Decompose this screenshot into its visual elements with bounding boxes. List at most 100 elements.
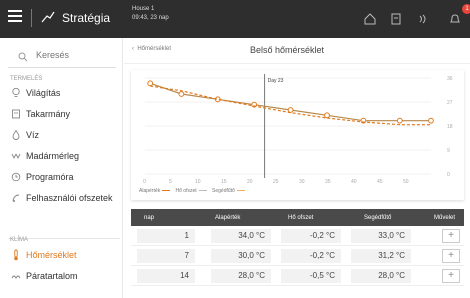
cell-day[interactable]: 1 xyxy=(137,229,195,243)
chart-legend: Alapérték Hő ofszet Segédfűtő xyxy=(139,188,249,194)
search-icon xyxy=(18,52,28,62)
x-tick-label: 30 xyxy=(299,179,305,185)
cell-heater[interactable]: 31,2 °C xyxy=(351,249,411,263)
wireless-icon[interactable] xyxy=(416,12,430,26)
y-tick-label: 36 xyxy=(447,76,453,82)
col-header-muvelet: Művelet xyxy=(434,215,456,221)
notification-badge: 1 xyxy=(462,4,470,14)
x-tick-label: 45 xyxy=(377,179,383,185)
bell-icon[interactable] xyxy=(448,12,462,26)
top-bar-divider xyxy=(31,9,32,27)
x-tick-label: 0 xyxy=(143,179,146,185)
y-tick-label: 18 xyxy=(447,124,453,130)
x-tick-label: 10 xyxy=(195,179,201,185)
col-header-ho-ofszet: Hő ofszet xyxy=(288,215,314,221)
settings-table: nap Alapérték Hő ofszet Segédfűtő Művele… xyxy=(131,209,464,286)
add-row-button[interactable]: + xyxy=(442,249,460,263)
data-point xyxy=(178,91,185,97)
legend-ho-ofszet: Hő ofszet xyxy=(175,188,197,194)
y-tick-label: 0 xyxy=(447,172,450,178)
sidebar: TERMELÉS Világítás Takarmány Víz Madármé… xyxy=(0,38,123,298)
legend-segedfuto: Segédfűtő xyxy=(212,188,235,194)
col-header-nap: nap xyxy=(144,215,155,221)
series-line-1 xyxy=(150,85,431,126)
data-point xyxy=(324,112,330,119)
data-point xyxy=(428,117,434,124)
humidity-icon xyxy=(11,275,21,280)
clock-icon xyxy=(11,172,21,182)
hamburger-menu-icon[interactable] xyxy=(8,10,22,22)
col-header-segedfuto: Segédfűtő xyxy=(364,215,392,221)
house-time: 09:43, 23 nap xyxy=(132,15,169,21)
back-link[interactable]: ‹ Hőmérséklet xyxy=(132,46,171,52)
sidebar-item-vilagitas[interactable]: Világítás xyxy=(0,84,122,104)
sidebar-item-label: Világítás xyxy=(26,88,61,98)
x-tick-label: 20 xyxy=(247,179,253,185)
sidebar-item-label: Madármérleg xyxy=(26,151,80,161)
data-point xyxy=(396,117,403,124)
col-header-alapertek: Alapérték xyxy=(215,215,241,221)
day-marker-label: Day 23 xyxy=(268,78,284,84)
x-tick-label: 40 xyxy=(351,179,357,185)
table-header: nap Alapérték Hő ofszet Segédfűtő Művele… xyxy=(131,209,464,226)
sidebar-item-label: Felhasználói ofszetek xyxy=(26,193,113,203)
scale-icon xyxy=(11,153,21,160)
sidebar-item-programora[interactable]: Programóra xyxy=(0,168,122,188)
app-title: Stratégia xyxy=(62,11,111,25)
page-header: ‹ Hőmérséklet Belső hőmérséklet xyxy=(124,38,470,64)
table-row: 7 30,0 °C -0,2 °C 31,2 °C + xyxy=(131,246,464,266)
sidebar-item-label: Takarmány xyxy=(26,109,71,119)
offset-icon xyxy=(12,194,20,202)
feed-icon xyxy=(12,109,20,119)
temperature-chart: 0 9 18 27 36 0 5 10 15 20 25 30 35 40 45 50 Day 23 Alapé… xyxy=(131,70,464,200)
add-row-button[interactable]: + xyxy=(442,229,460,243)
add-row-button[interactable]: + xyxy=(442,269,460,283)
back-link-label: Hőmérséklet xyxy=(137,46,172,52)
sidebar-item-homerseklet[interactable]: Hőmérséklet xyxy=(0,246,122,266)
x-tick-label: 15 xyxy=(221,179,227,185)
bulb-icon xyxy=(12,87,20,97)
y-tick-label: 27 xyxy=(447,100,453,106)
cell-offset[interactable]: -0,2 °C xyxy=(281,249,341,263)
data-point xyxy=(287,107,294,113)
cell-heater[interactable]: 33,0 °C xyxy=(351,229,411,243)
sidebar-item-label: Hőmérséklet xyxy=(26,250,77,260)
trend-icon xyxy=(41,11,55,23)
search-box[interactable] xyxy=(8,46,116,68)
section-label-klima: KLÍMA xyxy=(10,237,29,243)
top-bar: Stratégia House 1 09:43, 23 nap 1 xyxy=(0,0,470,38)
table-row: 14 28,0 °C -0,5 °C 28,0 °C + xyxy=(131,266,464,286)
chart-svg: 0 9 18 27 36 0 5 10 15 20 25 30 35 40 45 50 Day 23 xyxy=(143,74,453,185)
x-tick-label: 50 xyxy=(403,179,409,185)
legend-alapertek: Alapérték xyxy=(139,188,161,194)
sidebar-item-felhasznaloi-ofszetek[interactable]: Felhasználói ofszetek xyxy=(0,189,122,209)
sidebar-item-label: Programóra xyxy=(26,172,74,182)
y-tick-label: 9 xyxy=(447,148,450,154)
document-icon[interactable] xyxy=(389,12,403,26)
house-name: House 1 xyxy=(132,6,155,12)
sidebar-item-viz[interactable]: Víz xyxy=(0,126,122,146)
cell-day[interactable]: 14 xyxy=(137,269,195,283)
main-content: ‹ Hőmérséklet Belső hőmérséklet 0 9 18 27 36… xyxy=(124,38,470,298)
thermometer-icon xyxy=(14,249,18,261)
sidebar-item-takarmany[interactable]: Takarmány xyxy=(0,105,122,125)
sidebar-item-paratartalom[interactable]: Páratartalom xyxy=(0,267,122,287)
home-icon[interactable] xyxy=(363,12,377,26)
cell-base[interactable]: 28,0 °C xyxy=(211,269,271,283)
x-tick-label: 35 xyxy=(325,179,331,185)
data-point xyxy=(147,80,154,87)
x-tick-label: 5 xyxy=(169,179,172,185)
cell-offset[interactable]: -0,5 °C xyxy=(281,269,341,283)
x-tick-label: 25 xyxy=(273,179,279,185)
search-input[interactable] xyxy=(36,50,116,60)
cell-day[interactable]: 7 xyxy=(137,249,195,263)
cell-offset[interactable]: -0,2 °C xyxy=(281,229,341,243)
water-drop-icon xyxy=(12,129,20,140)
sidebar-item-madarmerleg[interactable]: Madármérleg xyxy=(0,147,122,167)
cell-heater[interactable]: 28,0 °C xyxy=(351,269,411,283)
sidebar-item-label: Páratartalom xyxy=(26,271,78,281)
cell-base[interactable]: 34,0 °C xyxy=(211,229,271,243)
table-row: 1 34,0 °C -0,2 °C 33,0 °C + xyxy=(131,226,464,246)
section-label-termeles: TERMELÉS xyxy=(10,76,43,82)
cell-base[interactable]: 30,0 °C xyxy=(211,249,271,263)
